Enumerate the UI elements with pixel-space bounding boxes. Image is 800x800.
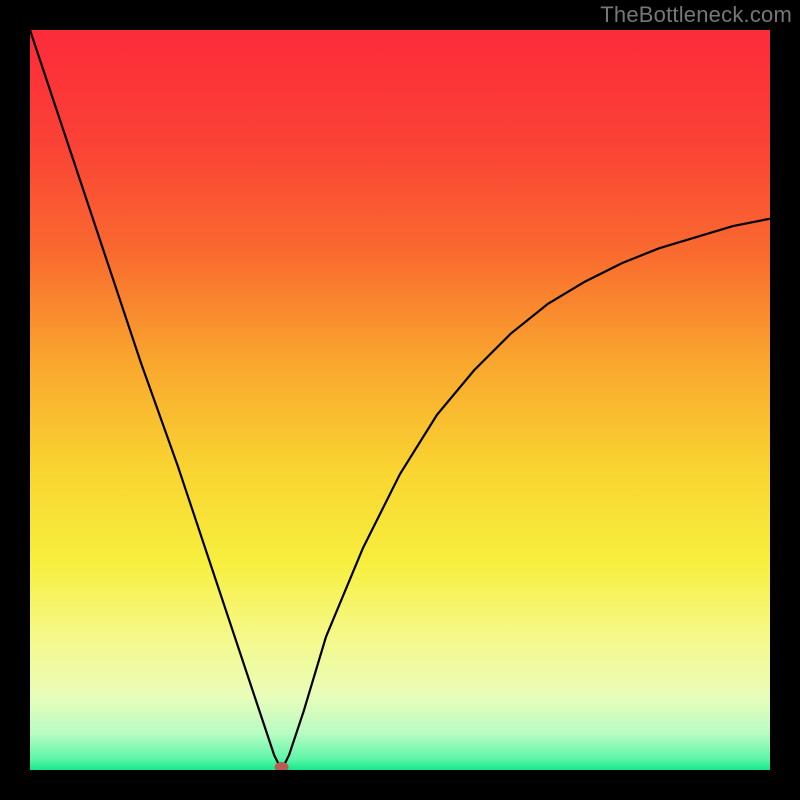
bottleneck-curve: [30, 30, 770, 770]
plot-area: [30, 30, 770, 770]
optimum-marker: [275, 762, 289, 770]
curve-path: [30, 30, 770, 770]
chart-frame: TheBottleneck.com: [0, 0, 800, 800]
watermark-text: TheBottleneck.com: [600, 2, 792, 28]
